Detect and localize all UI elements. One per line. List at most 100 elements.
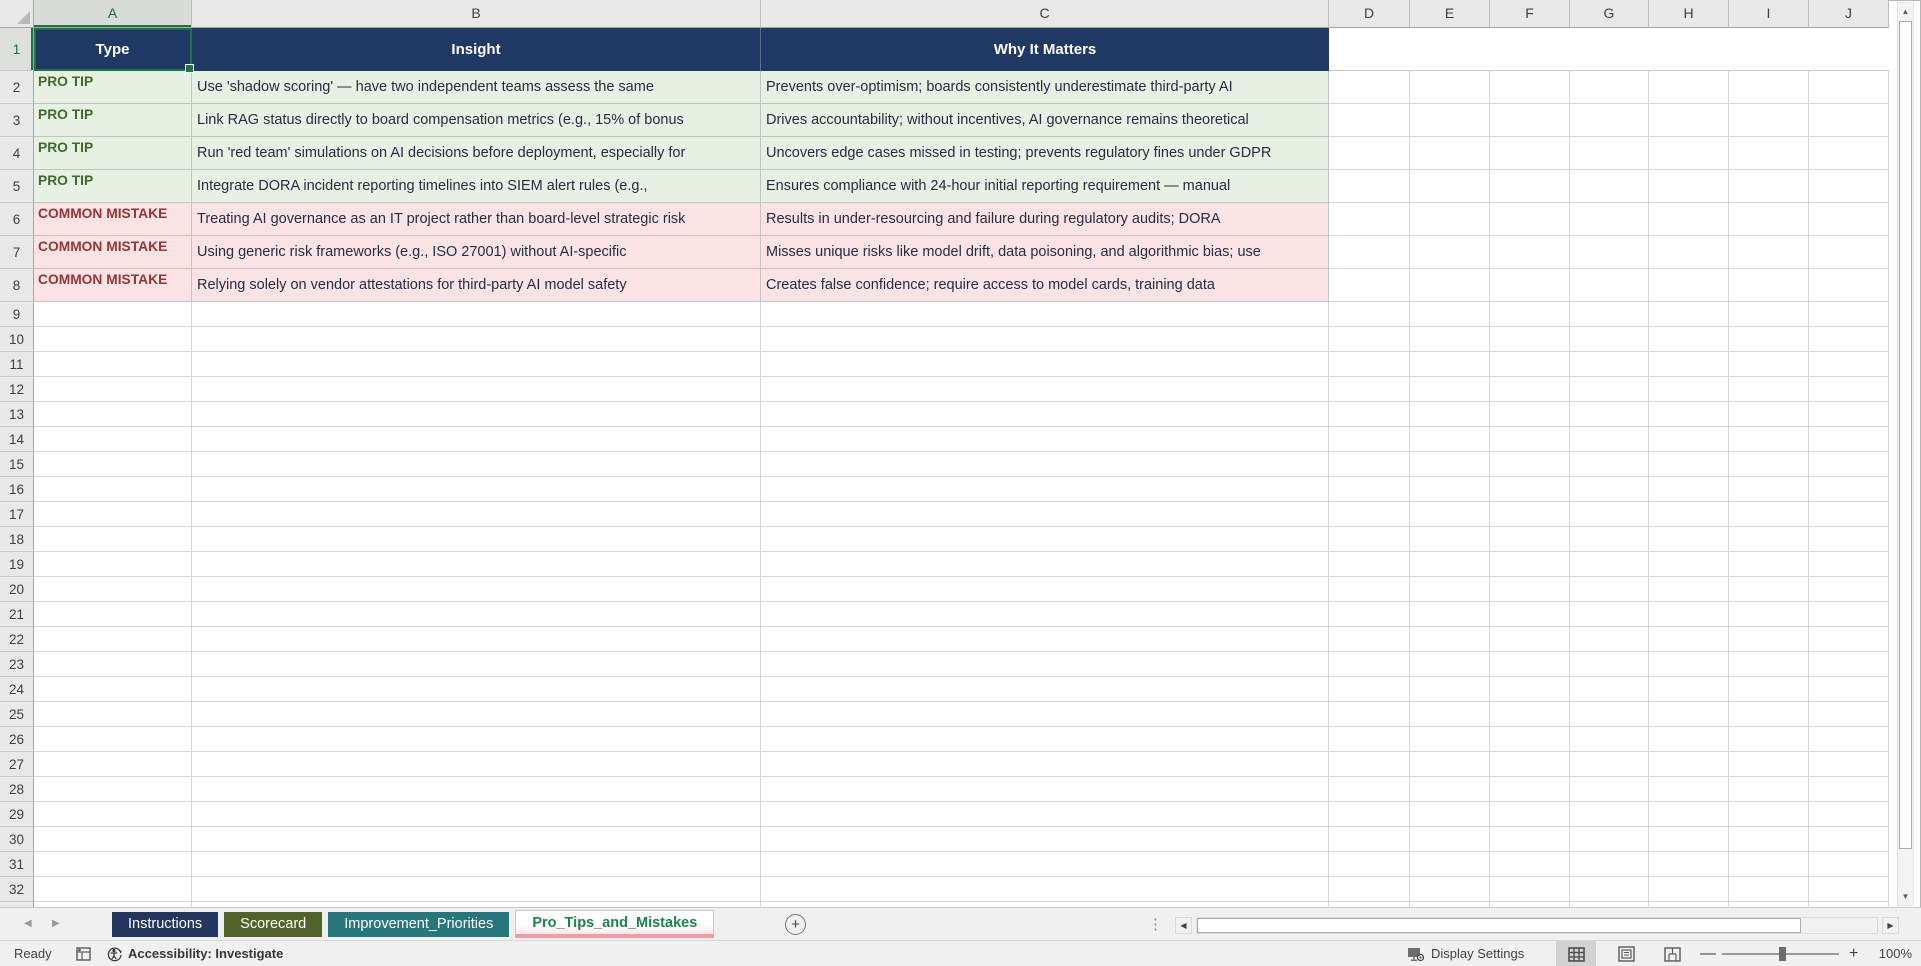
- row-header-12[interactable]: 12: [0, 377, 34, 402]
- cell-B15[interactable]: [192, 452, 761, 477]
- tab-scroll-right-icon[interactable]: ▶: [52, 918, 60, 929]
- cell-C6[interactable]: Results in under-resourcing and failure …: [761, 203, 1329, 236]
- cell-B14[interactable]: [192, 427, 761, 452]
- row-header-24[interactable]: 24: [0, 677, 34, 702]
- cell-B16[interactable]: [192, 477, 761, 502]
- row-header-16[interactable]: 16: [0, 477, 34, 502]
- row-header-4[interactable]: 4: [0, 137, 34, 170]
- cell-I27[interactable]: [1729, 752, 1809, 777]
- cell-G29[interactable]: [1570, 802, 1649, 827]
- cell-C31[interactable]: [761, 852, 1329, 877]
- cell-F11[interactable]: [1490, 352, 1570, 377]
- cell-D12[interactable]: [1329, 377, 1410, 402]
- row-header-32[interactable]: 32: [0, 877, 34, 902]
- cell-D27[interactable]: [1329, 752, 1410, 777]
- cell-E29[interactable]: [1410, 802, 1490, 827]
- cell-C22[interactable]: [761, 627, 1329, 652]
- horizontal-scrollbar[interactable]: [1196, 917, 1878, 934]
- cell-H3[interactable]: [1649, 104, 1729, 137]
- cell-J13[interactable]: [1809, 402, 1889, 427]
- cell-B1[interactable]: Insight: [192, 28, 761, 71]
- cell-J25[interactable]: [1809, 702, 1889, 727]
- cell-A2[interactable]: PRO TIP: [34, 71, 192, 104]
- cell-C28[interactable]: [761, 777, 1329, 802]
- row-header-29[interactable]: 29: [0, 802, 34, 827]
- tab-instructions[interactable]: Instructions: [112, 912, 219, 937]
- cell-D25[interactable]: [1329, 702, 1410, 727]
- cell-F6[interactable]: [1490, 203, 1570, 236]
- cell-G28[interactable]: [1570, 777, 1649, 802]
- cell-J15[interactable]: [1809, 452, 1889, 477]
- cell-F27[interactable]: [1490, 752, 1570, 777]
- cell-B3[interactable]: Link RAG status directly to board compen…: [192, 104, 761, 137]
- cell-I14[interactable]: [1729, 427, 1809, 452]
- row-header-30[interactable]: 30: [0, 827, 34, 852]
- cell-E13[interactable]: [1410, 402, 1490, 427]
- cell-E19[interactable]: [1410, 552, 1490, 577]
- cell-A7[interactable]: COMMON MISTAKE: [34, 236, 192, 269]
- display-settings-label[interactable]: Display Settings: [1431, 941, 1524, 966]
- tab-scroll-left-icon[interactable]: ◀: [24, 918, 32, 929]
- cell-A21[interactable]: [34, 602, 192, 627]
- cell-C1[interactable]: Why It Matters: [761, 28, 1329, 71]
- cell-J17[interactable]: [1809, 502, 1889, 527]
- cell-G20[interactable]: [1570, 577, 1649, 602]
- cell-J27[interactable]: [1809, 752, 1889, 777]
- cell-I4[interactable]: [1729, 137, 1809, 170]
- cell-G15[interactable]: [1570, 452, 1649, 477]
- cell-D31[interactable]: [1329, 852, 1410, 877]
- column-header-D[interactable]: D: [1329, 0, 1410, 28]
- row-header-2[interactable]: 2: [0, 71, 34, 104]
- cell-I20[interactable]: [1729, 577, 1809, 602]
- scroll-right-icon[interactable]: ▶: [1882, 917, 1899, 934]
- cell-A23[interactable]: [34, 652, 192, 677]
- cell-I2[interactable]: [1729, 71, 1809, 104]
- cell-E1[interactable]: [1410, 28, 1490, 71]
- cell-I10[interactable]: [1729, 327, 1809, 352]
- cell-E28[interactable]: [1410, 777, 1490, 802]
- scroll-left-icon[interactable]: ◀: [1175, 917, 1192, 934]
- cell-E17[interactable]: [1410, 502, 1490, 527]
- cell-A8[interactable]: COMMON MISTAKE: [34, 269, 192, 302]
- cell-C17[interactable]: [761, 502, 1329, 527]
- cell-G24[interactable]: [1570, 677, 1649, 702]
- cell-G9[interactable]: [1570, 302, 1649, 327]
- cell-A1[interactable]: Type: [34, 28, 192, 71]
- cell-I13[interactable]: [1729, 402, 1809, 427]
- cell-I25[interactable]: [1729, 702, 1809, 727]
- cell-I28[interactable]: [1729, 777, 1809, 802]
- cell-D23[interactable]: [1329, 652, 1410, 677]
- cell-B9[interactable]: [192, 302, 761, 327]
- horizontal-scrollbar-thumb[interactable]: [1197, 918, 1801, 933]
- cell-C14[interactable]: [761, 427, 1329, 452]
- cell-C8[interactable]: Creates false confidence; require access…: [761, 269, 1329, 302]
- cell-E5[interactable]: [1410, 170, 1490, 203]
- cell-F31[interactable]: [1490, 852, 1570, 877]
- cell-F17[interactable]: [1490, 502, 1570, 527]
- cell-F1[interactable]: [1490, 28, 1570, 71]
- accessibility-icon[interactable]: [106, 946, 123, 966]
- cell-A13[interactable]: [34, 402, 192, 427]
- cell-J11[interactable]: [1809, 352, 1889, 377]
- cell-B17[interactable]: [192, 502, 761, 527]
- cell-B22[interactable]: [192, 627, 761, 652]
- cell-E11[interactable]: [1410, 352, 1490, 377]
- cell-J8[interactable]: [1809, 269, 1889, 302]
- cell-I8[interactable]: [1729, 269, 1809, 302]
- cell-H32[interactable]: [1649, 877, 1729, 902]
- cell-C20[interactable]: [761, 577, 1329, 602]
- cell-F26[interactable]: [1490, 727, 1570, 752]
- cell-J26[interactable]: [1809, 727, 1889, 752]
- cell-G18[interactable]: [1570, 527, 1649, 552]
- cell-F24[interactable]: [1490, 677, 1570, 702]
- cell-H23[interactable]: [1649, 652, 1729, 677]
- cell-F12[interactable]: [1490, 377, 1570, 402]
- cell-A12[interactable]: [34, 377, 192, 402]
- cell-I7[interactable]: [1729, 236, 1809, 269]
- cell-G6[interactable]: [1570, 203, 1649, 236]
- cell-B21[interactable]: [192, 602, 761, 627]
- vertical-scrollbar-thumb[interactable]: [1899, 21, 1912, 849]
- cell-J6[interactable]: [1809, 203, 1889, 236]
- cell-E24[interactable]: [1410, 677, 1490, 702]
- cell-G4[interactable]: [1570, 137, 1649, 170]
